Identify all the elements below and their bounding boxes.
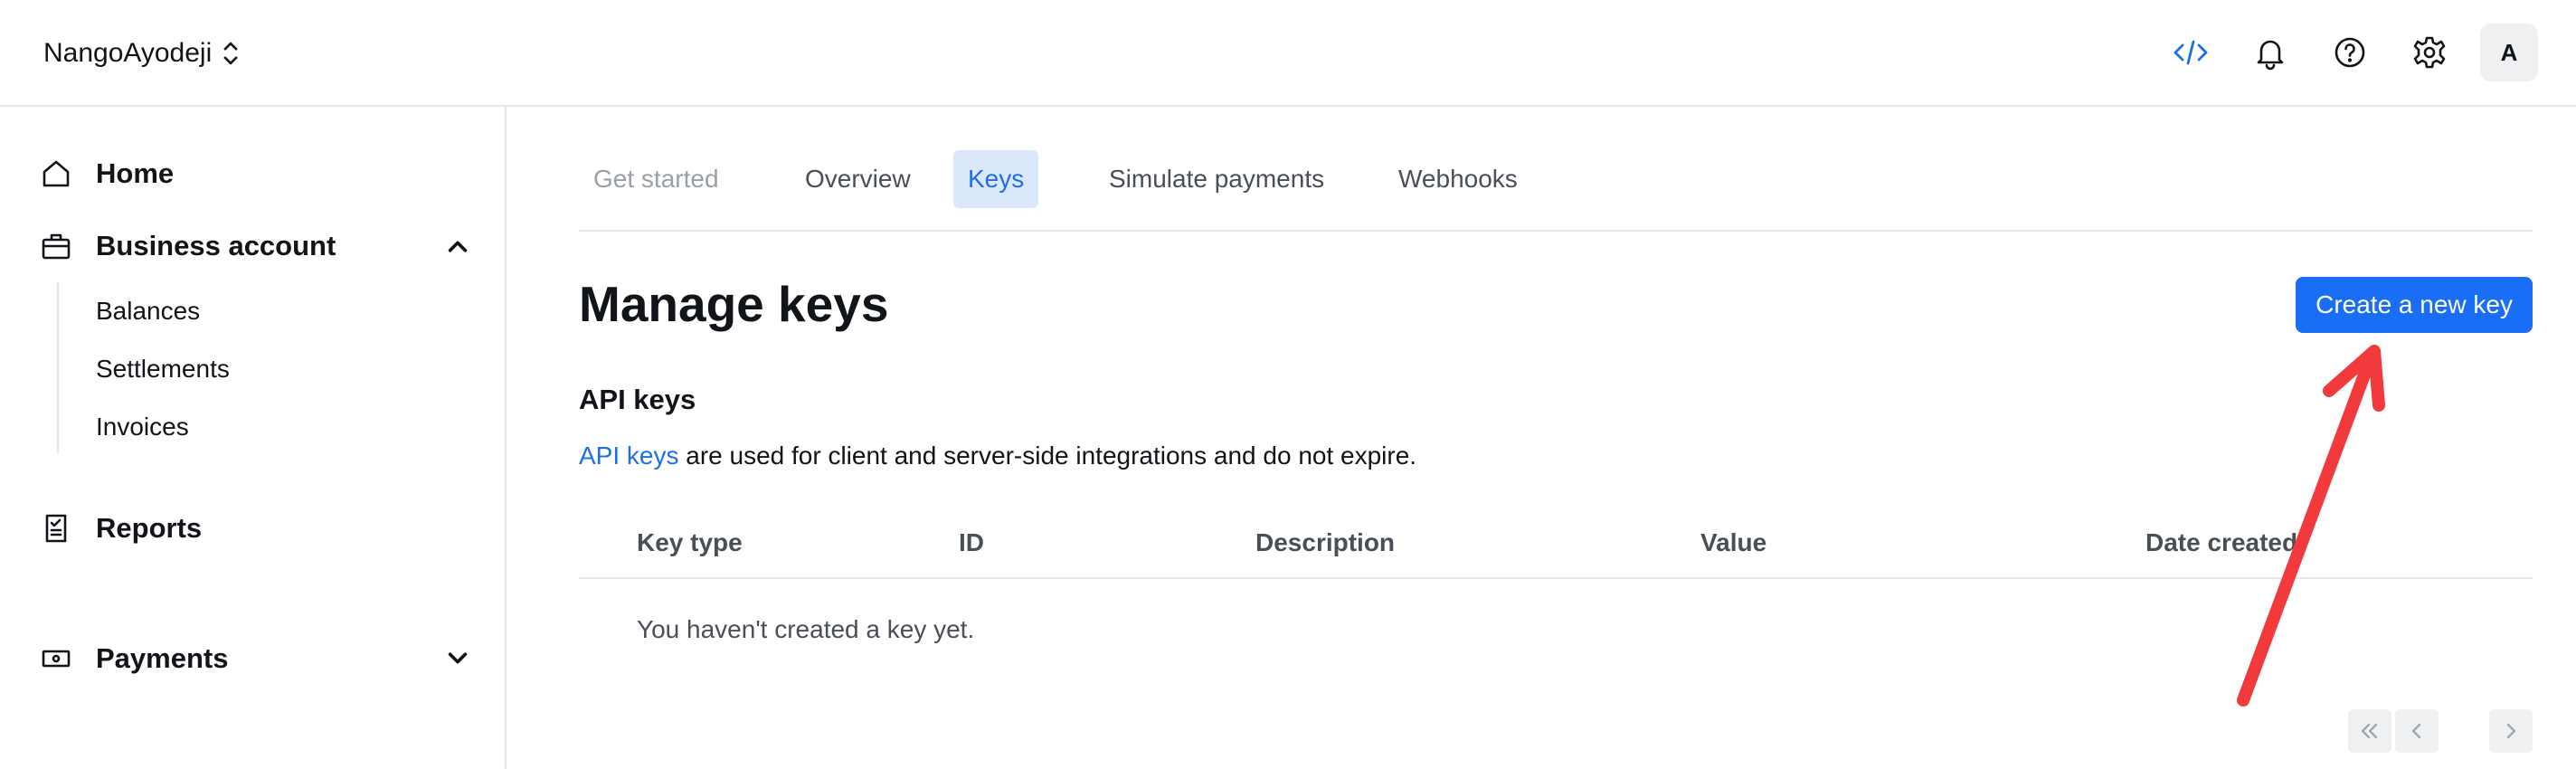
chevrons-left-icon <box>2361 723 2378 739</box>
help-button[interactable] <box>2321 24 2379 81</box>
sidebar-item-label: Home <box>96 157 175 189</box>
description-text: are used for client and server-side inte… <box>678 441 1417 470</box>
column-header-date-created[interactable]: Date created <box>2145 528 2297 557</box>
chevron-right-icon <box>2506 723 2516 739</box>
tab-webhooks[interactable]: Webhooks <box>1384 150 1532 208</box>
code-icon <box>2174 40 2208 65</box>
briefcase-icon <box>42 233 71 260</box>
sidebar-subitem-settlements[interactable]: Settlements <box>96 355 230 384</box>
create-new-key-button[interactable]: Create a new key <box>2296 277 2533 333</box>
chevron-up-icon <box>448 241 468 252</box>
sidebar-item-payments[interactable]: Payments <box>40 642 474 675</box>
first-page-button[interactable] <box>2348 709 2391 753</box>
tab-get-started[interactable]: Get started <box>579 150 734 208</box>
home-icon <box>43 160 70 187</box>
developer-code-button[interactable] <box>2162 24 2220 81</box>
chevron-left-icon <box>2411 723 2421 739</box>
sidebar-item-label: Reports <box>96 512 203 544</box>
report-document-icon <box>45 514 67 543</box>
column-header-value[interactable]: Value <box>1700 528 1766 557</box>
column-header-key-type[interactable]: Key type <box>637 528 743 557</box>
tab-keys[interactable]: Keys <box>953 150 1039 208</box>
section-title: API keys <box>579 384 696 415</box>
main-content: Get started Overview Keys Simulate payme… <box>579 107 2533 769</box>
sidebar-item-business-account[interactable]: Business account <box>40 230 474 262</box>
tab-simulate-payments[interactable]: Simulate payments <box>1094 150 1339 208</box>
page-title: Manage keys <box>579 276 889 332</box>
chevron-down-icon <box>448 652 468 664</box>
next-page-button[interactable] <box>2489 709 2533 753</box>
top-bar: NangoAyodeji A <box>0 0 2576 107</box>
column-header-id[interactable]: ID <box>959 528 984 557</box>
keys-table-header: Key type ID Description Value Date creat… <box>579 510 2533 579</box>
chevron-up-down-icon <box>223 42 238 65</box>
settings-button[interactable] <box>2401 24 2458 81</box>
org-switcher[interactable]: NangoAyodeji <box>43 33 244 74</box>
gear-icon <box>2413 36 2446 69</box>
user-avatar[interactable]: A <box>2480 24 2538 81</box>
sidebar-item-home[interactable]: Home <box>40 157 174 190</box>
pagination-spacer <box>2442 709 2486 753</box>
bell-icon <box>2257 40 2284 71</box>
sidebar-item-label: Business account <box>96 230 336 261</box>
previous-page-button[interactable] <box>2395 709 2439 753</box>
org-name: NangoAyodeji <box>43 38 213 68</box>
pagination <box>2348 709 2533 753</box>
column-header-description[interactable]: Description <box>1255 528 1395 557</box>
api-keys-description: API keys are used for client and server-… <box>579 441 1416 470</box>
sidebar-item-reports[interactable]: Reports <box>40 512 202 545</box>
tab-bar: Get started Overview Keys Simulate payme… <box>579 150 2533 232</box>
submenu-divider <box>57 282 59 454</box>
tab-overview[interactable]: Overview <box>791 150 925 208</box>
sidebar-item-label: Payments <box>96 642 229 674</box>
empty-state-message: You haven't created a key yet. <box>637 615 975 643</box>
payments-cash-icon <box>42 650 71 668</box>
notifications-button[interactable] <box>2241 24 2299 81</box>
api-keys-link[interactable]: API keys <box>579 441 678 470</box>
sidebar-subitem-balances[interactable]: Balances <box>96 297 200 326</box>
help-circle-icon <box>2334 37 2365 68</box>
top-actions: A <box>2162 24 2538 81</box>
sidebar-subitem-invoices[interactable]: Invoices <box>96 413 189 441</box>
sidebar: Home Business account Balances Settlemen… <box>0 107 507 769</box>
